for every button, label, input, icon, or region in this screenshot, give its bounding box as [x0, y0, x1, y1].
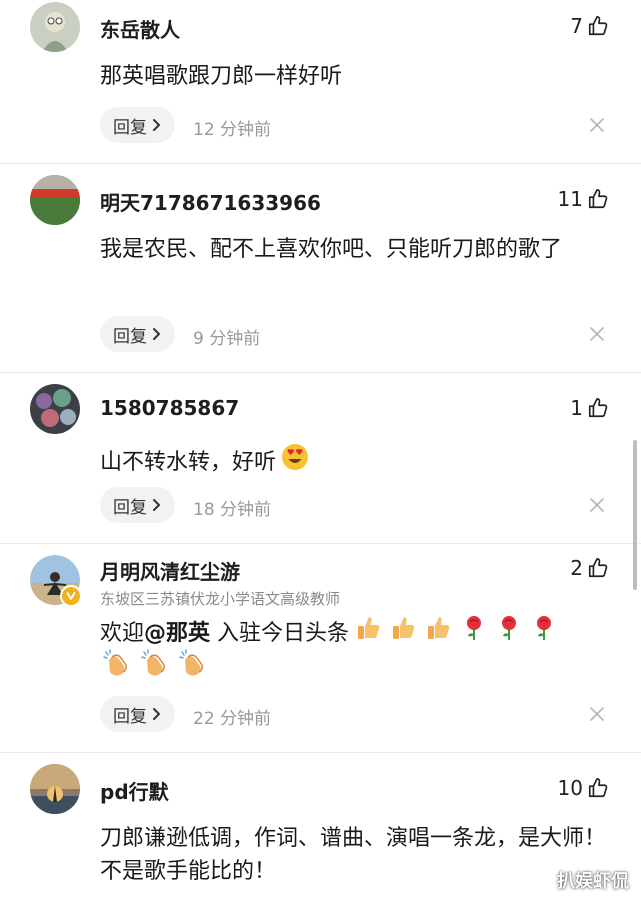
verified-badge-icon [60, 585, 82, 607]
heart-eyes-emoji-icon [280, 442, 310, 482]
reply-label: 回复 [113, 326, 147, 347]
mention-link[interactable]: @那英 [144, 617, 210, 650]
like-button[interactable]: 10 [558, 776, 609, 800]
chevron-right-icon [151, 327, 163, 341]
comment-text: 我是农民、配不上喜欢你吧、只能听刀郎的歌了 [100, 237, 563, 262]
avatar[interactable] [30, 555, 82, 607]
close-icon[interactable] [590, 118, 604, 132]
username[interactable]: 月明风清红尘游 [100, 556, 240, 585]
comment-time: 12 分钟前 [193, 120, 272, 140]
like-count: 10 [557, 776, 583, 800]
like-button[interactable]: 7 [570, 14, 609, 38]
reply-label: 回复 [113, 497, 147, 518]
username[interactable]: 东岳散人 [100, 14, 180, 43]
close-icon[interactable] [590, 498, 604, 512]
chevron-right-icon [151, 707, 163, 721]
chevron-right-icon [151, 498, 163, 512]
thumbs-up-icon [587, 188, 609, 210]
thumbs-up-emoji-icon [355, 614, 383, 652]
username[interactable]: 1580785867 [100, 396, 239, 420]
avatar[interactable] [30, 764, 80, 814]
close-icon[interactable] [590, 707, 604, 721]
comment-text: 山不转水转，好听 [100, 442, 610, 482]
comment-text-suffix: 入驻今日头条 [210, 620, 350, 646]
user-title: 东坡区三苏镇伏龙小学语文高级教师 [100, 590, 341, 608]
rose-emoji-icon [460, 614, 488, 652]
thumbs-up-icon [587, 557, 609, 579]
avatar[interactable] [30, 175, 80, 225]
clapping-hands-emoji-icon [176, 648, 206, 682]
rose-emoji-icon [530, 614, 558, 652]
close-icon[interactable] [590, 327, 604, 341]
thumbs-up-icon [587, 15, 609, 37]
avatar[interactable] [30, 384, 80, 434]
reply-button[interactable]: 回复 [100, 696, 175, 732]
thumbs-up-icon [587, 777, 609, 799]
comment-time: 18 分钟前 [193, 500, 272, 520]
like-count: 11 [557, 187, 583, 211]
thumbs-up-emoji-icon [425, 614, 453, 652]
username[interactable]: 明天7178671633966 [100, 187, 321, 216]
divider [0, 752, 641, 753]
comment-text: 刀郎谦逊低调，作词、谱曲、演唱一条龙，是大师！不是歌手能比的！ [100, 826, 607, 884]
scrollbar[interactable] [633, 440, 637, 590]
comment-text-body: 山不转水转，好听 [100, 449, 277, 475]
comment-text: 欢迎 @那英 入驻今日头条 [100, 614, 610, 652]
like-button[interactable]: 1 [570, 396, 609, 420]
username[interactable]: pd行默 [100, 776, 169, 805]
clapping-hands-emoji-icon [138, 648, 168, 682]
divider [0, 372, 641, 373]
reply-button[interactable]: 回复 [100, 487, 175, 523]
emoji-group [355, 614, 558, 652]
avatar[interactable] [30, 2, 80, 52]
comment-time: 9 分钟前 [193, 329, 261, 349]
divider [0, 543, 641, 544]
rose-emoji-icon [495, 614, 523, 652]
reply-label: 回复 [113, 706, 147, 727]
like-count: 1 [570, 396, 583, 420]
like-count: 2 [570, 556, 583, 580]
thumbs-up-emoji-icon [390, 614, 418, 652]
watermark: 扒娱虾侃 [557, 871, 629, 892]
comment-text: 那英唱歌跟刀郎一样好听 [100, 64, 343, 89]
chevron-right-icon [151, 118, 163, 132]
reply-button[interactable]: 回复 [100, 316, 175, 352]
reply-button[interactable]: 回复 [100, 107, 175, 143]
clapping-hands-emoji-icon [100, 648, 130, 682]
divider [0, 163, 641, 164]
like-button[interactable]: 11 [558, 187, 609, 211]
like-button[interactable]: 2 [570, 556, 609, 580]
comment-text-prefix: 欢迎 [100, 620, 145, 646]
like-count: 7 [570, 14, 583, 38]
emoji-row [100, 648, 206, 682]
reply-label: 回复 [113, 117, 147, 138]
thumbs-up-icon [587, 397, 609, 419]
comment-time: 22 分钟前 [193, 709, 272, 729]
